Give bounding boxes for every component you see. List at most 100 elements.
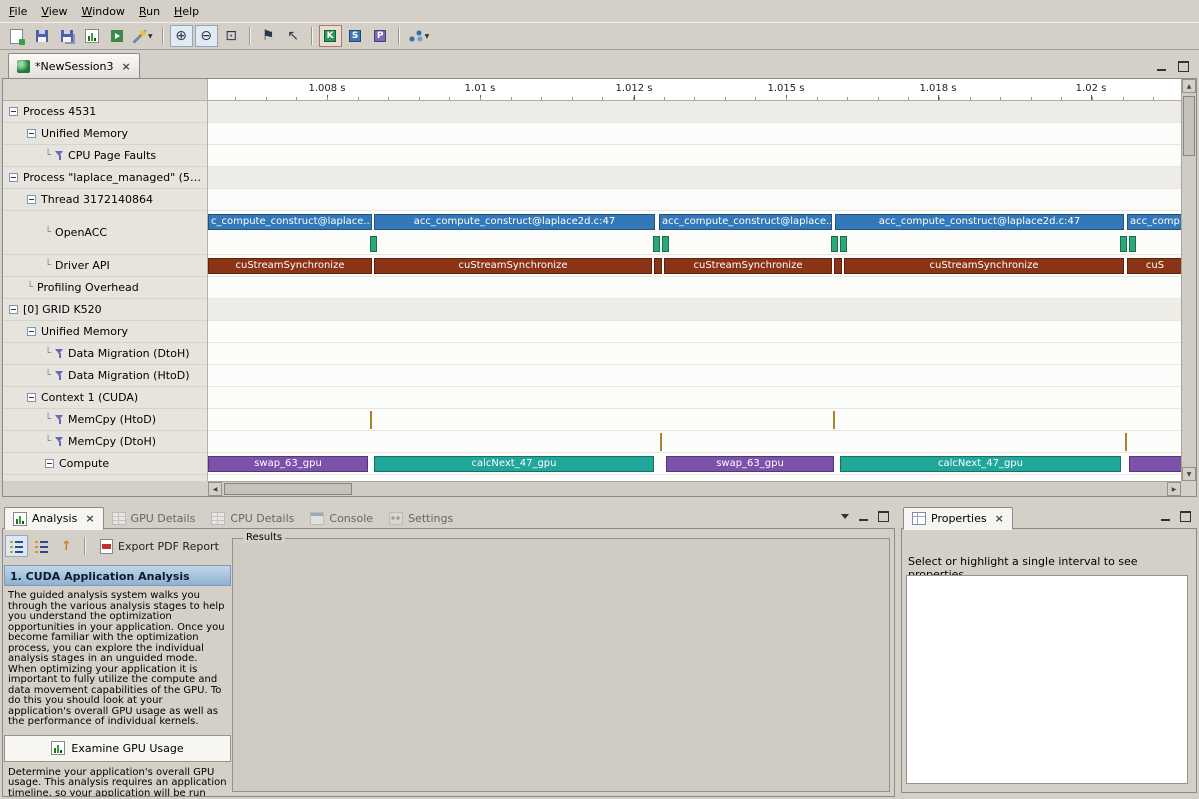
tree-item-process-laplace-managed-538[interactable]: Process "laplace_managed" (538) <box>3 167 207 189</box>
interval-acc-comp[interactable]: acc_comp... <box>1127 214 1181 230</box>
collapse-toggle-icon[interactable] <box>27 129 36 138</box>
interval-calcnext-47-gpu[interactable]: calcNext_47_gpu <box>840 456 1121 472</box>
back-button[interactable]: ↑ <box>55 535 78 557</box>
maximize-icon[interactable] <box>1178 61 1189 72</box>
scroll-right-icon[interactable]: ▶ <box>1167 482 1181 496</box>
openacc-event-marker[interactable] <box>370 236 377 252</box>
export-pdf-button[interactable]: Export PDF Report <box>92 535 227 557</box>
openacc-event-marker[interactable] <box>662 236 669 252</box>
new-session-button[interactable] <box>5 25 28 47</box>
memcpy-interval[interactable] <box>833 411 835 429</box>
menu-window[interactable]: Window <box>75 2 132 21</box>
interval-c-compute-construct-laplace[interactable]: c_compute_construct@laplace... <box>208 214 372 230</box>
interval-calcnext-47-gpu[interactable]: calcNext_47_gpu <box>374 456 654 472</box>
collapse-toggle-icon[interactable] <box>27 393 36 402</box>
interval-cus[interactable]: cuS <box>1127 258 1181 274</box>
tree-item-openacc[interactable]: └OpenACC <box>3 211 207 255</box>
tree-item-compute[interactable]: Compute <box>3 453 207 475</box>
view-menu-icon[interactable] <box>841 514 849 519</box>
tab-properties[interactable]: Properties× <box>903 507 1013 530</box>
menu-file[interactable]: File <box>2 2 34 21</box>
guided-analysis-icon-caret[interactable]: ▼ <box>425 33 430 40</box>
openacc-event-marker[interactable] <box>1120 236 1127 252</box>
guided-analysis-toggle[interactable] <box>5 535 28 557</box>
save-all-button[interactable] <box>55 25 78 47</box>
minimize-icon[interactable] <box>859 512 868 521</box>
interval-custreamsynchronize[interactable]: cuStreamSynchronize <box>208 258 372 274</box>
close-icon[interactable]: × <box>85 512 94 525</box>
interval-segment[interactable] <box>1129 456 1181 472</box>
collapse-toggle-icon[interactable] <box>27 195 36 204</box>
interval-segment[interactable] <box>834 258 842 274</box>
tree-item-memcpy-dtoh[interactable]: └MemCpy (DtoH) <box>3 431 207 453</box>
vertical-scrollbar[interactable]: ▲ ▼ <box>1181 79 1196 481</box>
menu-run[interactable]: Run <box>132 2 167 21</box>
maximize-icon[interactable] <box>1180 511 1191 522</box>
collapse-toggle-icon[interactable] <box>9 107 18 116</box>
collapse-toggle-icon[interactable] <box>9 305 18 314</box>
interval-acc-compute-construct-laplace2d-c-47[interactable]: acc_compute_construct@laplace2d.c:47 <box>835 214 1124 230</box>
unguided-analysis-toggle[interactable] <box>30 535 53 557</box>
openacc-event-marker[interactable] <box>1129 236 1136 252</box>
interval-swap-63-gpu[interactable]: swap_63_gpu <box>666 456 834 472</box>
tree-item-process-4531[interactable]: Process 4531 <box>3 101 207 123</box>
tree-item-memcpy-htod[interactable]: └MemCpy (HtoD) <box>3 409 207 431</box>
interval-custreamsynchronize[interactable]: cuStreamSynchronize <box>374 258 652 274</box>
openacc-event-marker[interactable] <box>653 236 660 252</box>
zoom-out-button[interactable]: ⊖ <box>195 25 218 47</box>
scroll-left-icon[interactable]: ◀ <box>208 482 222 496</box>
tab-console[interactable]: Console <box>302 507 381 530</box>
memcpy-interval[interactable] <box>660 433 662 451</box>
tree-item-cpu-page-faults[interactable]: └CPU Page Faults <box>3 145 207 167</box>
tab-cpu-details[interactable]: CPU Details <box>203 507 302 530</box>
tree-item-context-1-cuda[interactable]: Context 1 (CUDA) <box>3 387 207 409</box>
kernel-toggle-button[interactable]: K <box>319 25 342 47</box>
tree-item-unified-memory[interactable]: Unified Memory <box>3 123 207 145</box>
scroll-up-icon[interactable]: ▲ <box>1182 79 1196 93</box>
tree-item-profiling-overhead[interactable]: └Profiling Overhead <box>3 277 207 299</box>
stream-toggle-button[interactable]: S <box>344 25 367 47</box>
process-toggle-button[interactable]: P <box>369 25 392 47</box>
tree-item-unified-memory[interactable]: Unified Memory <box>3 321 207 343</box>
tree-item-thread-3172140864[interactable]: Thread 3172140864 <box>3 189 207 211</box>
interval-custreamsynchronize[interactable]: cuStreamSynchronize <box>844 258 1124 274</box>
interval-acc-compute-construct-laplace2d-c-47[interactable]: acc_compute_construct@laplace2d.c:47 <box>374 214 655 230</box>
horizontal-scrollbar[interactable]: ◀ ▶ <box>208 481 1181 496</box>
maximize-icon[interactable] <box>878 511 889 522</box>
minimize-icon[interactable] <box>1161 512 1170 521</box>
settings-wand-button[interactable]: ▼ <box>130 25 156 47</box>
minimize-icon[interactable] <box>1157 62 1166 71</box>
close-icon[interactable]: × <box>995 512 1004 525</box>
prev-marker-button[interactable]: ↖ <box>282 25 305 47</box>
tab-gpu-details[interactable]: GPU Details <box>104 507 204 530</box>
openacc-event-marker[interactable] <box>840 236 847 252</box>
tab-analysis[interactable]: Analysis× <box>4 507 104 530</box>
profile-application-button[interactable] <box>80 25 103 47</box>
tree-item-data-migration-htod[interactable]: └Data Migration (HtoD) <box>3 365 207 387</box>
save-button[interactable] <box>30 25 53 47</box>
settings-wand-icon-caret[interactable]: ▼ <box>148 33 153 40</box>
scroll-down-icon[interactable]: ▼ <box>1182 467 1196 481</box>
flag-marker-button[interactable]: ⚑ <box>257 25 280 47</box>
vertical-scroll-thumb[interactable] <box>1183 96 1195 156</box>
interval-swap-63-gpu[interactable]: swap_63_gpu <box>208 456 368 472</box>
interval-acc-compute-construct-laplace[interactable]: acc_compute_construct@laplace... <box>659 214 832 230</box>
interval-segment[interactable] <box>654 258 662 274</box>
menu-view[interactable]: View <box>34 2 74 21</box>
zoom-fit-button[interactable]: ⊡ <box>220 25 243 47</box>
openacc-event-marker[interactable] <box>831 236 838 252</box>
tab-session[interactable]: *NewSession3 × <box>8 53 140 78</box>
horizontal-scroll-thumb[interactable] <box>224 483 352 495</box>
menu-help[interactable]: Help <box>167 2 206 21</box>
memcpy-interval[interactable] <box>1125 433 1127 451</box>
import-button[interactable] <box>105 25 128 47</box>
collapse-toggle-icon[interactable] <box>27 327 36 336</box>
tree-item-data-migration-dtoh[interactable]: └Data Migration (DtoH) <box>3 343 207 365</box>
collapse-toggle-icon[interactable] <box>45 459 54 468</box>
close-icon[interactable]: × <box>121 60 130 73</box>
examine-gpu-usage-button[interactable]: Examine GPU Usage <box>4 735 231 762</box>
interval-custreamsynchronize[interactable]: cuStreamSynchronize <box>664 258 832 274</box>
memcpy-interval[interactable] <box>370 411 372 429</box>
tree-item-0-grid-k520[interactable]: [0] GRID K520 <box>3 299 207 321</box>
guided-analysis-button[interactable]: ▼ <box>406 25 433 47</box>
